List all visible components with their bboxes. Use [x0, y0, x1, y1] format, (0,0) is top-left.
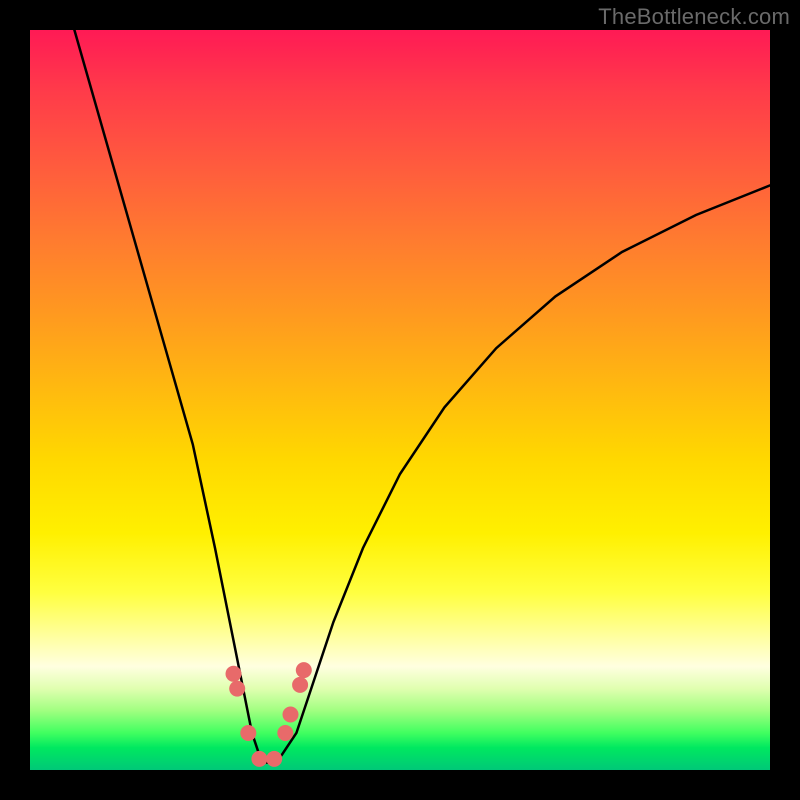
chart-svg [30, 30, 770, 770]
marker-dot [283, 707, 299, 723]
marker-dot [296, 662, 312, 678]
marker-group [226, 662, 312, 767]
marker-dot [277, 725, 293, 741]
marker-dot [266, 751, 282, 767]
marker-dot [229, 681, 245, 697]
marker-dot [292, 677, 308, 693]
marker-dot [240, 725, 256, 741]
bottleneck-curve [74, 30, 770, 763]
marker-dot [251, 751, 267, 767]
watermark-text: TheBottleneck.com [598, 4, 790, 30]
plot-area [30, 30, 770, 770]
marker-dot [226, 666, 242, 682]
chart-frame: TheBottleneck.com [0, 0, 800, 800]
